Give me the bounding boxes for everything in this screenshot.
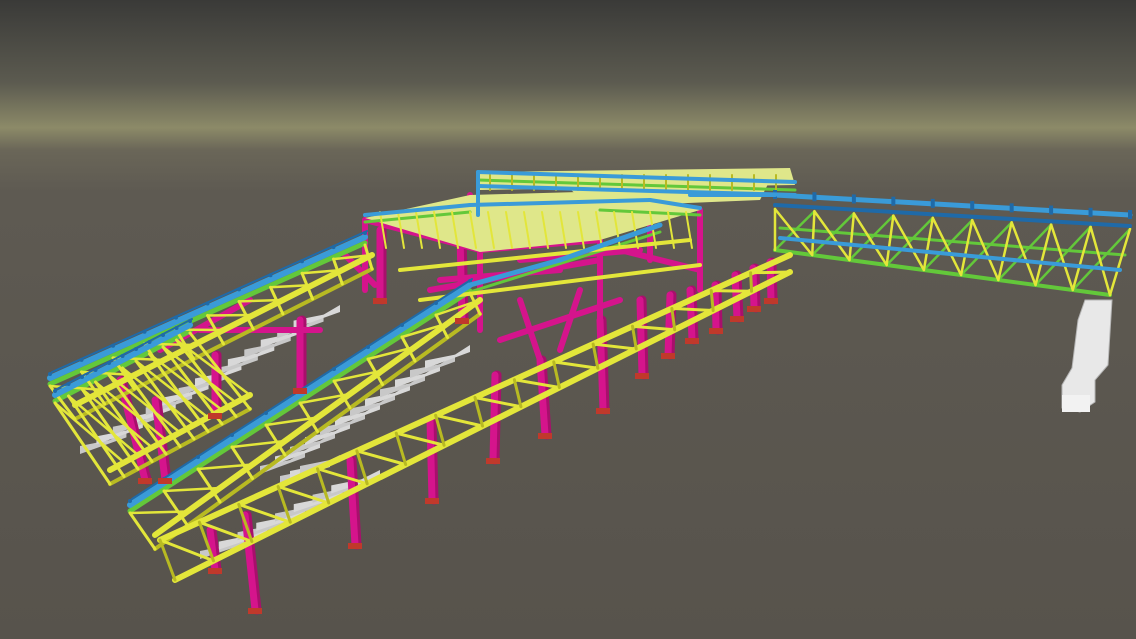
column-base-plate	[138, 478, 152, 484]
front-truss-diagonal	[709, 289, 754, 293]
column-base-plate	[425, 498, 439, 504]
center-ramp-rail-post	[196, 455, 200, 459]
front-truss-diagonal	[749, 270, 792, 275]
left-ramp-rail-post	[111, 343, 115, 348]
bridge-rail-post	[812, 192, 817, 202]
left-ramp-rail-post	[268, 273, 273, 278]
center-ramp-rail-post	[264, 411, 268, 415]
center-ramp-rail-post	[230, 433, 234, 437]
bridge-rail-post	[1009, 203, 1014, 213]
left-ramp-rail-post	[48, 372, 52, 376]
column-base-plate	[455, 318, 469, 324]
bridge-rail-post	[891, 196, 896, 206]
left-ramp-rail-post	[331, 245, 336, 250]
left-ramp-lower-rail-post	[53, 389, 57, 393]
center-ramp-rail-post	[400, 323, 404, 327]
center-ramp-rail-post	[128, 499, 132, 503]
left-ramp-lower-rail-post	[107, 361, 111, 365]
column-base-plate	[373, 298, 387, 304]
left-ramp-rail-post	[237, 287, 241, 292]
left-ramp-lower-rail-post	[174, 326, 179, 330]
left-ramp-lower-rail-post	[147, 340, 152, 344]
bridge-rail-post	[1088, 207, 1093, 217]
bridge-rail-post	[930, 198, 935, 208]
left-ramp-lower-rail-post	[120, 354, 125, 358]
column-base-plate	[661, 353, 675, 359]
left-ramp-rail-post	[142, 329, 147, 334]
left-ramp-lower-rail-post	[188, 319, 192, 323]
left-ramp-rail-post	[205, 301, 210, 306]
left-ramp-lower-rail-post	[80, 375, 84, 379]
support-column	[636, 296, 646, 379]
bridge-rail-post	[970, 201, 975, 211]
column-base-plate	[596, 408, 610, 414]
3d-model-viewport[interactable]	[0, 0, 1136, 639]
left-ramp-lower-rail-post	[66, 382, 71, 386]
column-base-plate	[730, 316, 744, 322]
pier-footing	[1062, 395, 1090, 412]
column-base-plate	[486, 458, 500, 464]
center-ramp-rail-post	[332, 367, 336, 371]
front-truss-diagonal	[670, 306, 715, 312]
center-ramp-rail-post	[366, 345, 370, 349]
column-base-plate	[538, 433, 552, 439]
front-truss-vertical	[749, 271, 754, 293]
column-base-plate	[208, 413, 222, 419]
left-ramp-rail-post	[363, 231, 367, 235]
left-ramp-rail-post	[79, 357, 84, 362]
support-column	[664, 291, 674, 359]
bridge-rail-post	[851, 194, 856, 204]
left-ramp-rail-post	[174, 315, 178, 320]
left-ramp-rail-post	[300, 259, 304, 264]
support-column	[426, 416, 436, 504]
column-base-plate	[293, 388, 307, 394]
column-base-plate	[248, 608, 262, 614]
column-base-plate	[709, 328, 723, 334]
front-truss-vertical	[709, 289, 715, 312]
left-ramp-lower-rail-post	[161, 333, 165, 337]
left-ramp-lower-rail-post	[134, 347, 138, 351]
bridge-rail-post	[1049, 205, 1054, 215]
structural-steel-model[interactable]	[0, 0, 1136, 639]
bridge-rail-post	[1128, 210, 1132, 219]
column-base-plate	[685, 338, 699, 344]
support-column	[346, 456, 359, 549]
column-base-plate	[158, 478, 172, 484]
center-ramp-rail-post	[434, 301, 438, 305]
column-base-plate	[764, 298, 778, 304]
column-base-plate	[635, 373, 649, 379]
left-ramp-lower-rail-post	[93, 368, 98, 372]
column-base-plate	[747, 306, 761, 312]
column-base-plate	[348, 543, 362, 549]
column-base-plate	[208, 568, 222, 574]
